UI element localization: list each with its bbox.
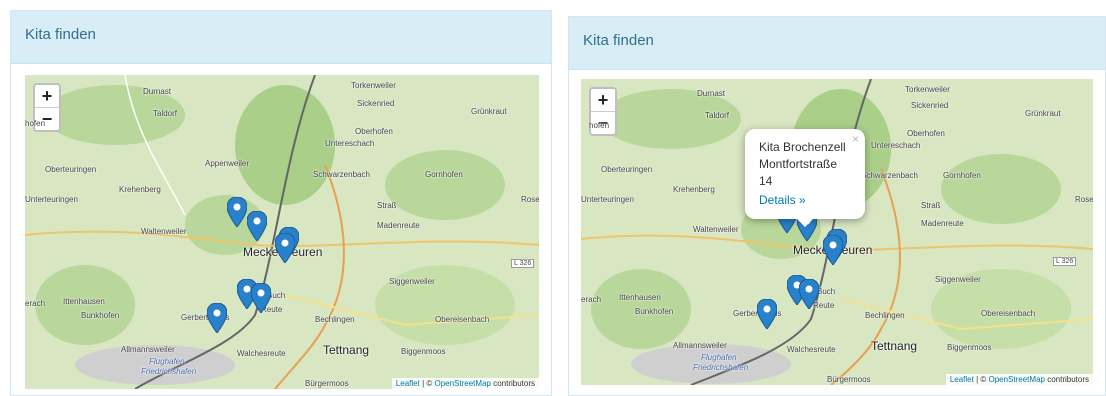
map-marker[interactable] (798, 278, 820, 310)
place-label: Friedrichshafen (693, 363, 749, 372)
place-label: Biggenmoos (947, 343, 992, 352)
left-map-panel: Kita finden + − Durnast Taldorf Torkenwe… (10, 10, 552, 396)
place-label: erach (581, 295, 602, 304)
place-label: Flughafen (149, 357, 185, 366)
place-label: Torkenweiler (905, 85, 950, 94)
place-label: Siggenweiler (389, 277, 435, 286)
map-marker[interactable] (274, 232, 296, 264)
place-label: Friedrichshafen (141, 367, 197, 376)
place-label: Bunkhofen (81, 311, 120, 320)
map-marker[interactable] (206, 302, 228, 334)
place-label: Bechlingen (315, 315, 355, 324)
map-marker[interactable] (226, 196, 248, 228)
map[interactable]: + − Durnast Taldorf Torkenweiler Sickenr… (581, 79, 1093, 385)
place-label: Schwarzenbach (861, 171, 918, 180)
place-label: Durnast (697, 89, 726, 98)
map-marker[interactable] (250, 282, 272, 314)
place-label: Rose (1075, 195, 1093, 204)
place-label: Oberhofen (907, 129, 945, 138)
place-label: Ittenhausen (619, 293, 661, 302)
attribution-suffix: contributors (1044, 375, 1089, 384)
place-label: Obereisenbach (981, 309, 1036, 318)
road-label: L 326 (511, 259, 535, 268)
place-label: Krehenberg (673, 185, 715, 194)
place-label: Bechlingen (865, 311, 905, 320)
map-marker[interactable] (822, 234, 844, 266)
place-label: hofen (25, 119, 46, 128)
place-label: Buch (817, 287, 836, 296)
town-label: Tettnang (323, 343, 370, 357)
panel-title: Kita finden (583, 32, 654, 49)
place-label: Appenweiler (205, 159, 250, 168)
place-label: Sickenried (911, 101, 949, 110)
panel-heading: Kita finden (11, 11, 551, 64)
place-label: hofen (589, 121, 610, 130)
zoom-in-button[interactable]: + (35, 85, 59, 107)
attribution-separator: | © (973, 375, 989, 384)
map-marker[interactable] (756, 298, 778, 330)
leaflet-link[interactable]: Leaflet (950, 375, 974, 384)
marker-popup: × Kita Brochenzell Montfortstraße 14 Det… (745, 129, 865, 227)
place-label: Taldorf (153, 109, 178, 118)
place-label: Walchesreute (237, 349, 286, 358)
panel-heading: Kita finden (569, 17, 1105, 70)
place-label: Bunkhofen (635, 307, 674, 316)
place-label: Oberhofen (355, 127, 393, 136)
place-label: Obereisenbach (435, 315, 490, 324)
place-label: Untereschach (325, 139, 375, 148)
place-label: Gornhofen (425, 170, 463, 179)
place-label: Siggenweiler (935, 275, 981, 284)
place-label: Ittenhausen (63, 297, 105, 306)
map-attribution: Leaflet | © OpenStreetMap contributors (391, 378, 539, 389)
place-label: Unterteuringen (25, 195, 78, 204)
place-label: Straß (921, 201, 941, 210)
place-label: Sickenried (357, 99, 395, 108)
popup-details-link[interactable]: Details » (759, 192, 847, 209)
popup-address: Montfortstraße 14 (759, 157, 838, 188)
place-label: Straß (377, 201, 397, 210)
place-label: Bürgermoos (827, 375, 871, 384)
place-label: Madenreute (921, 219, 964, 228)
place-label: Rose (521, 195, 539, 204)
place-label: Oberteuringen (45, 165, 97, 174)
leaflet-link[interactable]: Leaflet (396, 379, 420, 388)
place-label: Allmannsweiler (121, 345, 175, 354)
osm-link[interactable]: OpenStreetMap (988, 375, 1044, 384)
place-label: Flughafen (701, 353, 737, 362)
place-label: Madenreute (377, 221, 420, 230)
popup-tip (797, 219, 813, 227)
place-label: Grünkraut (471, 107, 507, 116)
town-label: Tettnang (871, 339, 918, 353)
popup-kita-name: Kita Brochenzell (759, 140, 846, 154)
place-label: Waltenweiler (141, 227, 187, 236)
right-map-panel: Kita finden + − Durnast Taldorf Torkenwe… (568, 16, 1106, 396)
map-marker[interactable] (246, 210, 268, 242)
map[interactable]: + − Durnast Taldorf Torkenweiler Sickenr… (25, 75, 539, 389)
attribution-separator: | © (419, 379, 435, 388)
place-label: Gornhofen (943, 171, 981, 180)
place-label: Schwarzenbach (313, 170, 370, 179)
road-label: L 326 (1053, 257, 1077, 266)
attribution-suffix: contributors (490, 379, 535, 388)
place-label: Krehenberg (119, 185, 161, 194)
panel-title: Kita finden (25, 26, 96, 43)
place-label: Biggenmoos (401, 347, 446, 356)
map-attribution: Leaflet | © OpenStreetMap contributors (945, 374, 1093, 385)
place-label: Oberteuringen (601, 165, 653, 174)
place-label: Waltenweiler (693, 225, 739, 234)
place-label: Untereschach (871, 141, 921, 150)
zoom-in-button[interactable]: + (591, 89, 615, 111)
osm-link[interactable]: OpenStreetMap (434, 379, 490, 388)
place-label: Walchesreute (787, 345, 836, 354)
place-label: Torkenweiler (351, 81, 396, 90)
place-label: erach (25, 299, 46, 308)
place-label: Durnast (143, 87, 172, 96)
place-label: Unterteuringen (581, 195, 634, 204)
place-label: Grünkraut (1025, 109, 1061, 118)
place-label: Allmannsweiler (673, 341, 727, 350)
place-label: Bürgermoos (305, 379, 349, 388)
place-label: Taldorf (705, 111, 730, 120)
popup-close-button[interactable]: × (852, 131, 859, 148)
